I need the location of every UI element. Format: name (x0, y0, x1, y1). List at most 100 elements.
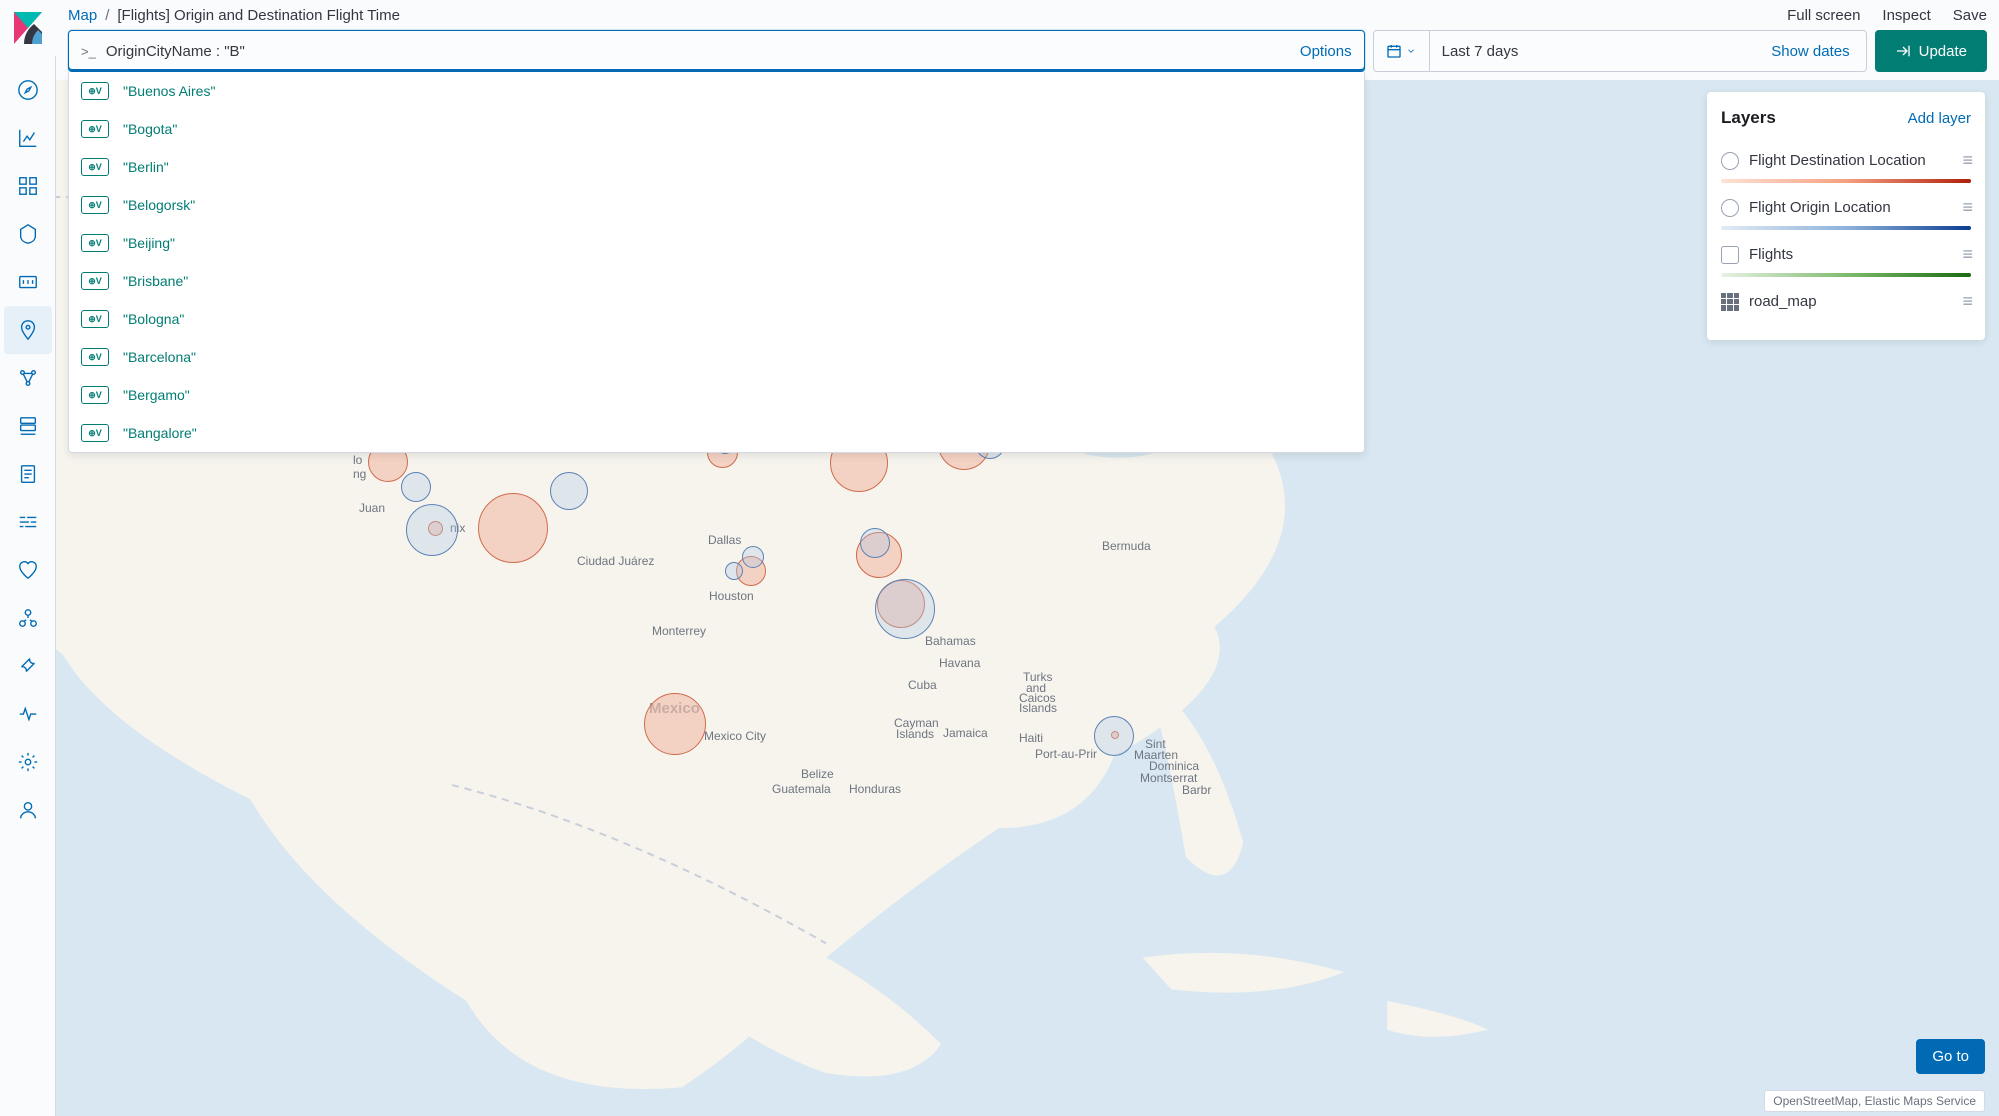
map-label: Dallas (708, 533, 741, 547)
nav-monitoring[interactable] (4, 690, 52, 738)
query-bar[interactable]: >_ Options (68, 30, 1365, 72)
date-range-picker[interactable]: Last 7 days Show dates (1373, 30, 1867, 72)
map-label: Guatemala (772, 782, 831, 796)
breadcrumb-current: [Flights] Origin and Destination Flight … (117, 7, 400, 24)
map-label: Barbr (1182, 783, 1211, 797)
map-label: Maarten (1134, 748, 1178, 762)
query-input[interactable] (106, 43, 1300, 60)
nav-visualize[interactable] (4, 114, 52, 162)
console-icon: >_ (81, 44, 96, 59)
orig-circle[interactable] (401, 472, 431, 502)
fullscreen-button[interactable]: Full screen (1787, 7, 1860, 24)
map-label: Ciudad Juárez (577, 554, 654, 568)
drag-handle-icon[interactable]: ≡ (1962, 291, 1971, 312)
layer-name: Flight Destination Location (1749, 152, 1962, 169)
orig-circle[interactable] (725, 562, 743, 580)
suggestion-item[interactable]: ⊕V"Bogota" (69, 110, 1364, 148)
date-range-text: Last 7 days (1430, 43, 1756, 60)
dest-circle[interactable] (478, 493, 548, 563)
nav-uptime[interactable] (4, 546, 52, 594)
inspect-button[interactable]: Inspect (1882, 7, 1930, 24)
map-label: lo (353, 453, 362, 467)
suggestion-item[interactable]: ⊕V"Bologna" (69, 300, 1364, 338)
orig-circle[interactable] (875, 579, 935, 639)
map-label: Bahamas (925, 634, 976, 648)
nav-discover[interactable] (4, 66, 52, 114)
suggestions-dropdown: ⊕V"Buenos Aires" ⊕V"Bogota" ⊕V"Berlin" ⊕… (68, 72, 1365, 453)
dest-circle[interactable] (644, 693, 706, 755)
layer-gradient (1721, 273, 1971, 277)
map-label: Belize (801, 767, 834, 781)
nav-management[interactable] (4, 738, 52, 786)
breadcrumb: Map / [Flights] Origin and Destination F… (68, 7, 1787, 24)
layer-item[interactable]: Flight Destination Location ≡ (1721, 142, 1971, 179)
calendar-icon[interactable] (1374, 31, 1430, 71)
show-dates[interactable]: Show dates (1755, 43, 1865, 60)
circle-icon[interactable] (1721, 199, 1739, 217)
drag-handle-icon[interactable]: ≡ (1962, 197, 1971, 218)
nav-canvas[interactable] (4, 210, 52, 258)
layer-item[interactable]: Flight Origin Location ≡ (1721, 189, 1971, 226)
breadcrumb-root[interactable]: Map (68, 7, 97, 24)
breadcrumb-separator: / (105, 7, 109, 24)
layers-title: Layers (1721, 108, 1776, 128)
map-label: Islands (896, 727, 934, 741)
nav-dashboard[interactable] (4, 162, 52, 210)
add-layer-button[interactable]: Add layer (1908, 110, 1971, 127)
grid-icon[interactable] (1721, 293, 1739, 311)
suggestion-item[interactable]: ⊕V"Beijing" (69, 224, 1364, 262)
nav-devtools[interactable] (4, 642, 52, 690)
layer-gradient (1721, 179, 1971, 183)
map-label: Haiti (1019, 731, 1043, 745)
map-label: Houston (709, 589, 754, 603)
suggestion-item[interactable]: ⊕V"Brisbane" (69, 262, 1364, 300)
sidebar (0, 0, 56, 1116)
layer-item[interactable]: road_map ≡ (1721, 283, 1971, 320)
nav-user[interactable] (4, 786, 52, 834)
map-label: Jamaica (943, 726, 988, 740)
goto-button[interactable]: Go to (1916, 1039, 1985, 1074)
map-attribution: OpenStreetMap, Elastic Maps Service (1764, 1090, 1985, 1112)
layer-gradient (1721, 226, 1971, 230)
layers-panel: Layers Add layer Flight Destination Loca… (1707, 92, 1985, 340)
update-button[interactable]: Update (1875, 30, 1987, 72)
map-label: ng (353, 467, 366, 481)
drag-handle-icon[interactable]: ≡ (1962, 244, 1971, 265)
nav-ml[interactable] (4, 258, 52, 306)
nav-maps[interactable] (4, 306, 52, 354)
suggestion-item[interactable]: ⊕V"Bangalore" (69, 414, 1364, 452)
kibana-logo[interactable] (0, 0, 56, 56)
layer-name: road_map (1749, 293, 1962, 310)
layer-name: Flights (1749, 246, 1962, 263)
square-icon[interactable] (1721, 246, 1739, 264)
suggestion-item[interactable]: ⊕V"Berlin" (69, 148, 1364, 186)
orig-circle[interactable] (742, 546, 764, 568)
map-label: Cuba (908, 678, 937, 692)
map-label: Bermuda (1102, 539, 1151, 553)
suggestion-item[interactable]: ⊕V"Barcelona" (69, 338, 1364, 376)
map-label: Juan (359, 501, 385, 515)
orig-circle[interactable] (550, 472, 588, 510)
suggestion-item[interactable]: ⊕V"Buenos Aires" (69, 72, 1364, 110)
suggestion-item[interactable]: ⊕V"Belogorsk" (69, 186, 1364, 224)
save-button[interactable]: Save (1953, 7, 1987, 24)
layer-item[interactable]: Flights ≡ (1721, 236, 1971, 273)
map-label: Islands (1019, 701, 1057, 715)
nav-graph[interactable] (4, 354, 52, 402)
map-label: Honduras (849, 782, 901, 796)
nav-infra[interactable] (4, 402, 52, 450)
orig-circle[interactable] (860, 528, 890, 558)
orig-circle[interactable] (406, 504, 458, 556)
nav-siem[interactable] (4, 594, 52, 642)
layer-name: Flight Origin Location (1749, 199, 1962, 216)
suggestion-item[interactable]: ⊕V"Bergamo" (69, 376, 1364, 414)
map-label: Monterrey (652, 624, 706, 638)
nav-apm[interactable] (4, 498, 52, 546)
map-label: Mexico City (704, 729, 766, 743)
nav-logs[interactable] (4, 450, 52, 498)
query-options[interactable]: Options (1300, 43, 1352, 60)
drag-handle-icon[interactable]: ≡ (1962, 150, 1971, 171)
map-label: Port-au-Prir (1035, 747, 1097, 761)
circle-icon[interactable] (1721, 152, 1739, 170)
orig-circle[interactable] (1094, 716, 1134, 756)
